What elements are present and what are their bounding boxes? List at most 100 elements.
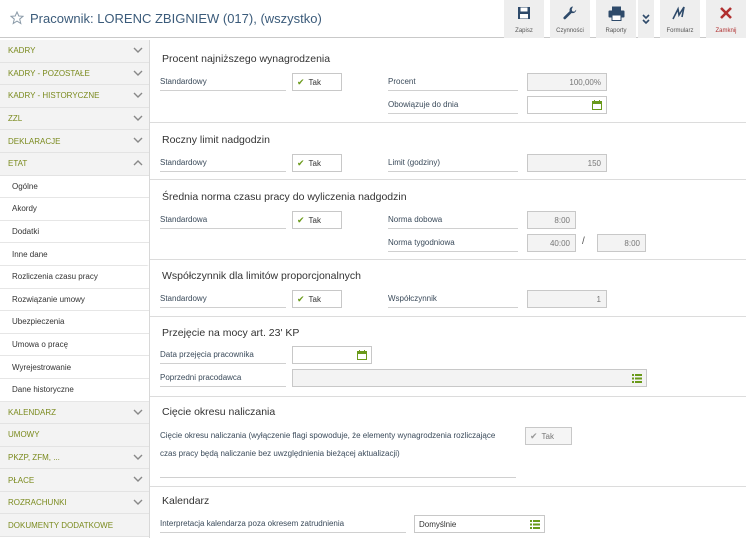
section-title: Współczynnik dla limitów proporcjonalnyc… (162, 270, 361, 282)
favorite-star-icon[interactable] (10, 11, 24, 25)
standard-checkbox[interactable]: ✔ Tak (292, 154, 342, 172)
chevron-down-icon (133, 115, 143, 121)
check-icon: ✔ (297, 76, 305, 87)
calendar-interpretation-label: Interpretacja kalendarza poza okresem za… (160, 519, 406, 533)
sidebar-subitem-ogolne[interactable]: Ogólne (0, 175, 149, 199)
calendar-interpretation-select[interactable]: Domyślnie (414, 515, 545, 533)
valid-until-date-field[interactable] (527, 96, 607, 114)
save-icon (515, 4, 533, 22)
chevron-down-icon (133, 47, 143, 53)
percent-field[interactable]: 100,00% (527, 73, 607, 91)
sidebar-subitem-ubezpieczenia[interactable]: Ubezpieczenia (0, 311, 149, 334)
list-icon[interactable] (530, 520, 540, 529)
standard-checkbox[interactable]: ✔ Tak (292, 73, 342, 91)
sidebar-item-label: DEKLARACJE (8, 136, 61, 146)
signature-icon (671, 4, 689, 22)
coefficient-field[interactable]: 1 (527, 290, 607, 308)
previous-employer-field[interactable] (292, 369, 647, 387)
limit-hours-label: Limit (godziny) (388, 158, 518, 172)
sidebar-subitem-wyrejestrowanie[interactable]: Wyrejestrowanie (0, 356, 149, 379)
standard-checkbox[interactable]: ✔ Tak (292, 290, 342, 308)
coefficient-label: Współczynnik (388, 294, 518, 308)
sidebar-item-kadry-historyczne[interactable]: KADRY - HISTORYCZNE (0, 85, 149, 108)
sidebar-item-label: ETAT (8, 159, 28, 169)
section-overtime-limit: Roczny limit nadgodzin Standardowy ✔ Tak … (150, 122, 746, 179)
sidebar-item-zzl[interactable]: ZZL (0, 107, 149, 131)
calendar-icon[interactable] (357, 350, 367, 360)
save-button[interactable]: Zapisz (504, 0, 544, 38)
weekly-norm-field[interactable]: 40:00 (527, 234, 576, 252)
weekly-separator: / (582, 236, 585, 247)
toolbar: Zapisz Czynności Raporty Formularz Zamkn… (498, 0, 746, 38)
section-min-wage-percent: Procent najniższego wynagrodzenia Standa… (150, 40, 746, 122)
section-title: Kalendarz (162, 495, 210, 507)
sidebar-item-label: KADRY - HISTORYCZNE (8, 91, 100, 101)
sidebar-subitem-akordy[interactable]: Akordy (0, 198, 149, 221)
close-button[interactable]: Zamknij (706, 0, 746, 38)
chevron-up-icon (133, 159, 143, 166)
sidebar-subitem-inne-dane[interactable]: Inne dane (0, 243, 149, 266)
limit-hours-field[interactable]: 150 (527, 154, 607, 172)
chevron-double-down-icon (642, 14, 650, 25)
list-icon[interactable] (632, 374, 642, 383)
sidebar-item-label: KALENDARZ (8, 407, 57, 417)
sidebar-subitem-dodatki[interactable]: Dodatki (0, 220, 149, 244)
sidebar-subitem-rozwiazanie[interactable]: Rozwiązanie umowy (0, 288, 149, 312)
sidebar-item-pkzp[interactable]: PKZP, ZFM, ... (0, 446, 149, 470)
standard-label: Standardowy (160, 294, 286, 308)
close-label: Zamknij (715, 28, 737, 34)
period-cut-description: Cięcie okresu naliczania (wyłączenie fla… (160, 431, 496, 440)
transfer-date-label: Data przejęcia pracownika (160, 350, 286, 364)
section-calendar: Kalendarz Interpretacja kalendarza poza … (150, 486, 746, 538)
divider (160, 477, 516, 478)
period-cut-checkbox[interactable]: ✔ Tak (525, 427, 572, 445)
sidebar-item-rozrachunki[interactable]: ROZRACHUNKI (0, 491, 149, 515)
sidebar-item-kadry-pozostale[interactable]: KADRY - POZOSTAŁE (0, 62, 149, 86)
percent-label: Procent (388, 77, 518, 91)
check-icon: ✔ (297, 214, 305, 225)
main-content: Procent najniższego wynagrodzenia Standa… (150, 40, 746, 538)
save-label: Zapisz (515, 28, 533, 34)
daily-norm-label: Norma dobowa (388, 215, 518, 229)
standard-label: Standardowy (160, 158, 286, 172)
period-cut-description-2: czas pracy będą naliczanie bez uwzględni… (160, 449, 400, 458)
check-icon: ✔ (297, 293, 305, 304)
daily-norm-field[interactable]: 8:00 (527, 211, 576, 229)
chevron-down-icon (133, 476, 143, 483)
standard-label: Standardowy (160, 77, 286, 91)
reports-more-button[interactable] (638, 0, 654, 38)
chevron-down-icon (133, 70, 143, 76)
section-avg-working-time: Średnia norma czasu pracy do wyliczenia … (150, 179, 746, 259)
sidebar-item-label: PŁACE (8, 475, 35, 485)
form-label: Formularz (666, 28, 694, 34)
weekly-norm-label: Norma tygodniowa (388, 238, 518, 252)
sidebar-item-kalendarz[interactable]: KALENDARZ (0, 401, 149, 425)
sidebar-item-label: ZZL (8, 114, 23, 124)
standard-checkbox[interactable]: ✔ Tak (292, 211, 342, 229)
sidebar-item-place[interactable]: PŁACE (0, 469, 149, 492)
sidebar-item-umowy[interactable]: UMOWY (0, 424, 149, 447)
sidebar-subitem-umowa[interactable]: Umowa o pracę (0, 333, 149, 357)
valid-until-label: Obowiązuje do dnia (388, 100, 518, 114)
sidebar-subitem-rozliczenia[interactable]: Rozliczenia czasu pracy (0, 265, 149, 289)
sidebar-item-deklaracje[interactable]: DEKLARACJE (0, 130, 149, 153)
check-icon: ✔ (297, 157, 305, 168)
weekly-days-field[interactable]: 8:00 (597, 234, 646, 252)
sidebar-item-dokumenty[interactable]: DOKUMENTY DODATKOWE (0, 514, 149, 538)
close-icon (717, 4, 735, 22)
transfer-date-field[interactable] (292, 346, 372, 364)
sidebar-item-kadry[interactable]: KADRY (0, 40, 149, 63)
chevron-down-icon (133, 409, 143, 415)
actions-button[interactable]: Czynności (550, 0, 590, 38)
calendar-icon[interactable] (592, 100, 602, 110)
form-button[interactable]: Formularz (660, 0, 700, 38)
sidebar-item-etat[interactable]: ETAT (0, 152, 149, 176)
standard-label: Standardowa (160, 215, 286, 229)
reports-button[interactable]: Raporty (596, 0, 636, 38)
sidebar-subitem-dane-historyczne[interactable]: Dane historyczne (0, 378, 149, 402)
previous-employer-label: Poprzedni pracodawca (160, 373, 286, 387)
sidebar-item-label: KADRY - POZOSTAŁE (8, 68, 90, 78)
actions-label: Czynności (556, 28, 584, 34)
page-title: Pracownik: LORENC ZBIGNIEW (017), (wszys… (30, 11, 322, 26)
chevron-down-icon (133, 137, 143, 144)
